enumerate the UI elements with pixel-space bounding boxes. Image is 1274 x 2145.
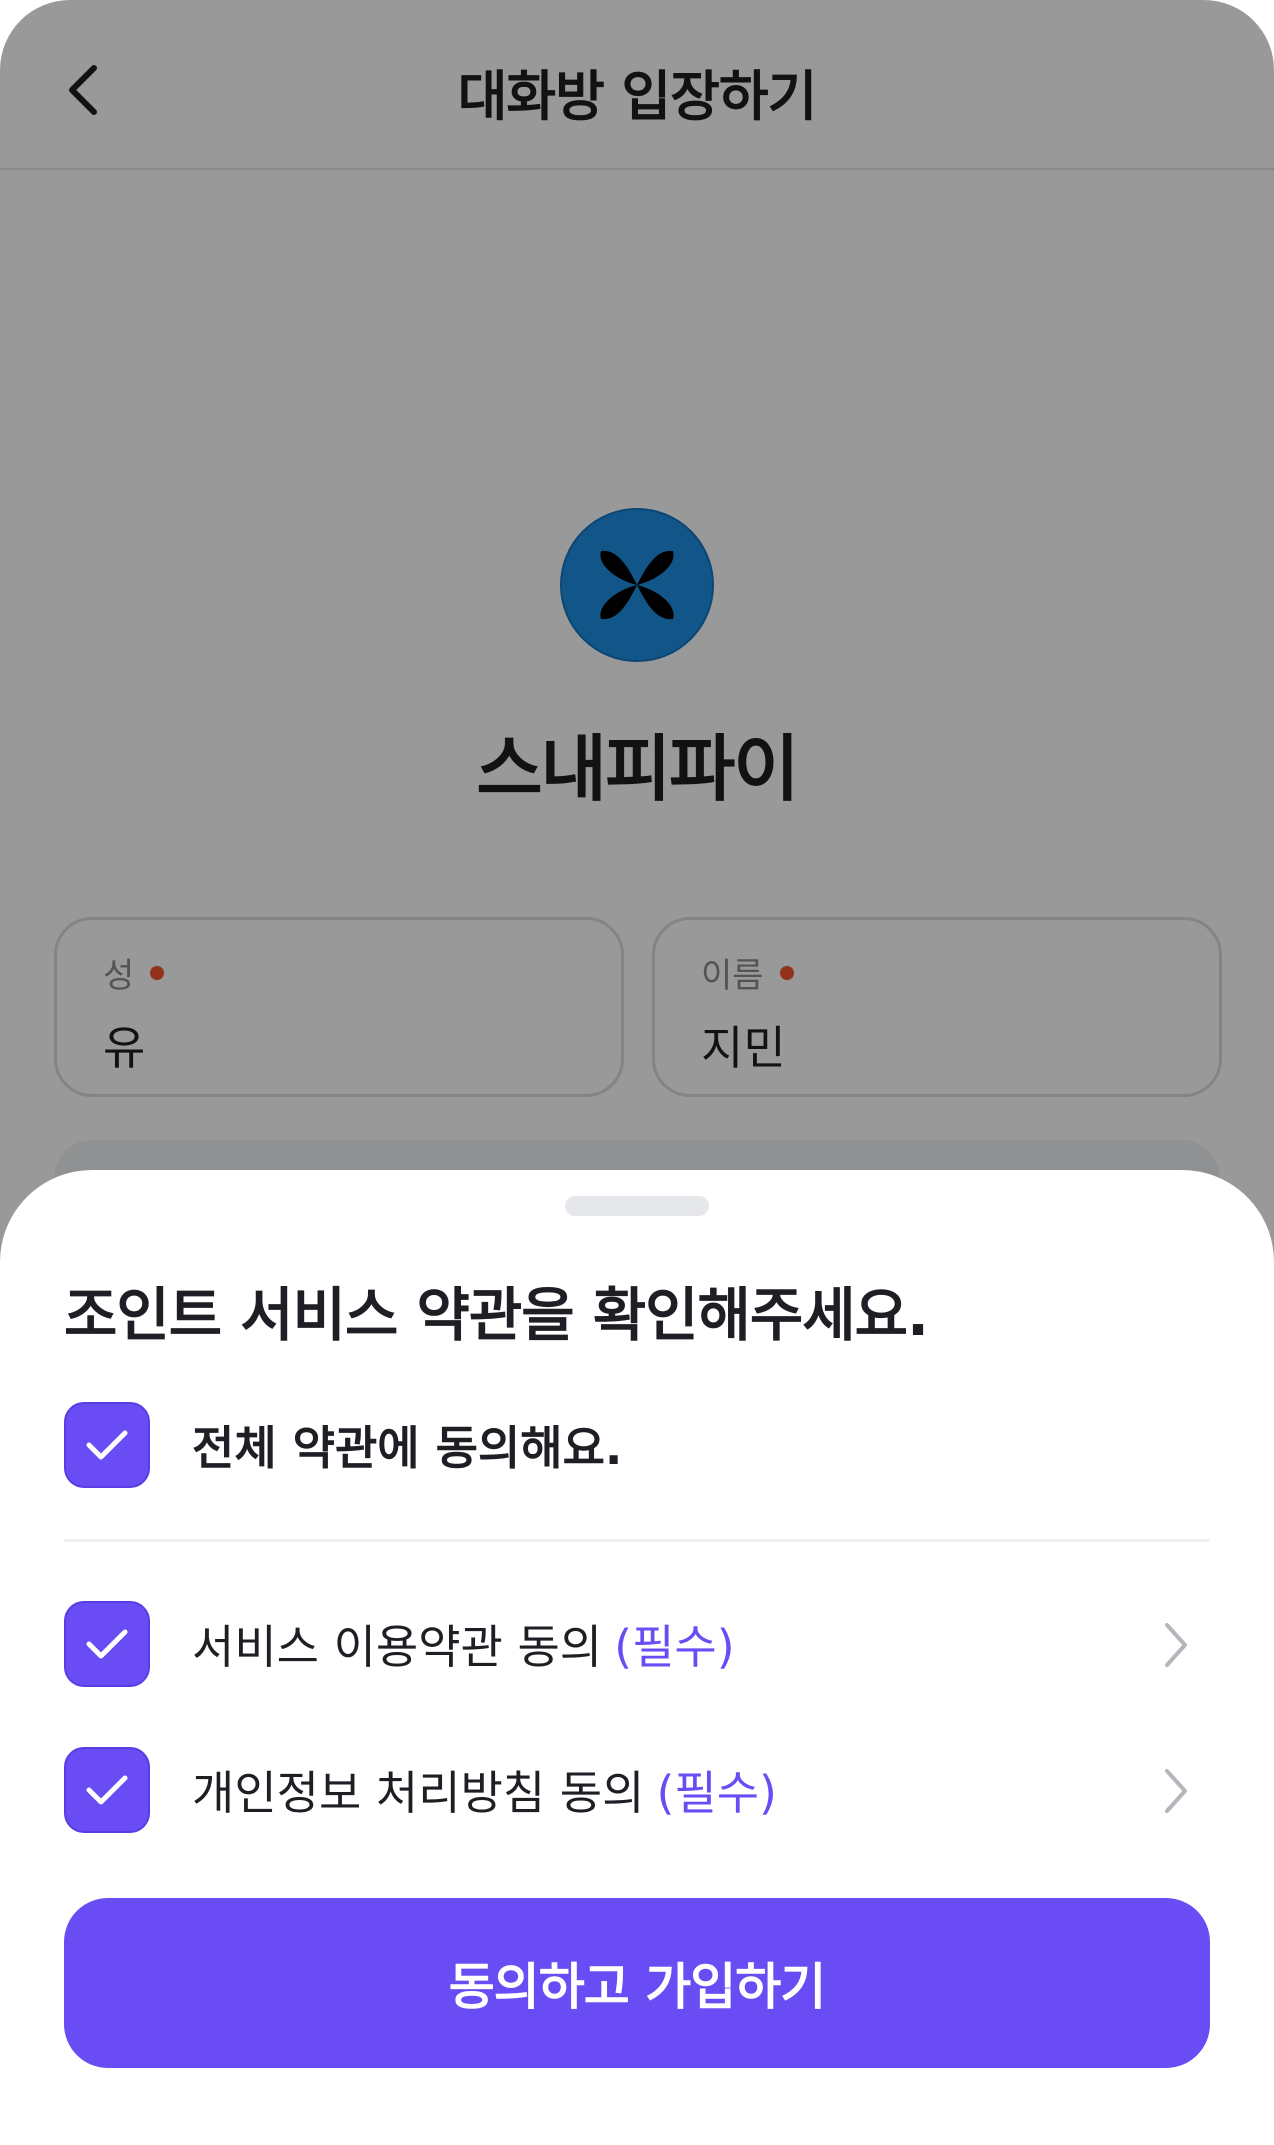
terms-item-service[interactable]: 서비스 이용약관 동의 (필수) [64, 1599, 1210, 1689]
agree-all-row[interactable]: 전체 약관에 동의해요. [64, 1400, 1210, 1490]
chevron-right-icon [1165, 1769, 1187, 1813]
privacy-policy-detail-button[interactable] [1154, 1767, 1198, 1815]
service-terms-detail-button[interactable] [1154, 1621, 1198, 1669]
sheet-handle[interactable] [565, 1196, 709, 1216]
chevron-right-icon [1165, 1623, 1187, 1667]
agree-all-label: 전체 약관에 동의해요. [192, 1421, 623, 1475]
agree-all-checkbox[interactable] [64, 1402, 150, 1488]
divider [64, 1539, 1210, 1542]
required-tag: (필수) [614, 1620, 735, 1674]
agree-and-join-button[interactable]: 동의하고 가입하기 [64, 1898, 1210, 2068]
check-icon [86, 1629, 128, 1659]
terms-bottom-sheet: 조인트 서비스 약관을 확인해주세요. 전체 약관에 동의해요. 서비스 이용약… [0, 1170, 1274, 2145]
sheet-title: 조인트 서비스 약관을 확인해주세요. [64, 1281, 929, 1349]
check-icon [86, 1775, 128, 1805]
privacy-policy-label: 개인정보 처리방침 동의 (필수) [192, 1757, 777, 1823]
check-icon [86, 1430, 128, 1460]
service-terms-label: 서비스 이용약관 동의 (필수) [192, 1611, 735, 1677]
screen: 대화방 입장하기 스내피파이 성 유 이름 지민 조인트 서비스 약관을 확인해… [0, 0, 1274, 2145]
service-terms-checkbox[interactable] [64, 1601, 150, 1687]
privacy-policy-checkbox[interactable] [64, 1747, 150, 1833]
required-tag: (필수) [656, 1766, 777, 1820]
privacy-policy-text: 개인정보 처리방침 동의 [192, 1766, 645, 1820]
service-terms-text: 서비스 이용약관 동의 [192, 1620, 603, 1674]
terms-item-privacy[interactable]: 개인정보 처리방침 동의 (필수) [64, 1745, 1210, 1835]
